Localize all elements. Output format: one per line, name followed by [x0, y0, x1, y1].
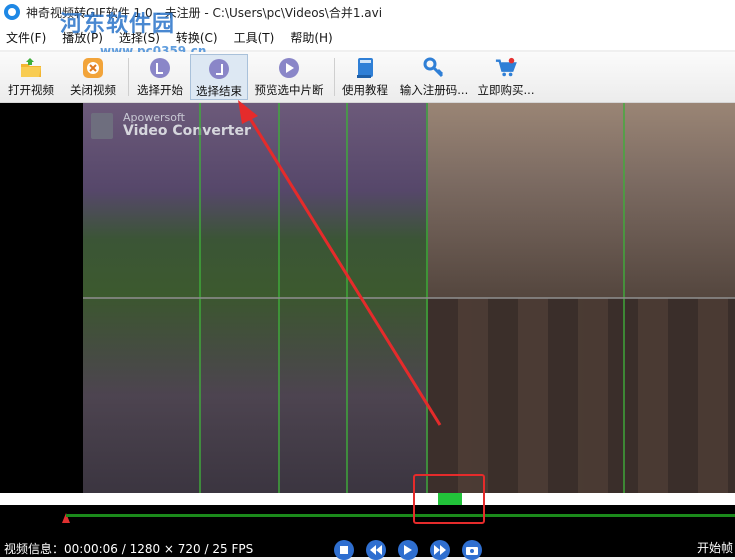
start-frame-label: 开始帧	[696, 541, 733, 555]
key-icon	[423, 57, 445, 79]
video-area[interactable]: Apowersoft Video Converter	[0, 103, 735, 493]
select-end-label: 选择结束	[196, 84, 242, 98]
cart-icon	[495, 57, 517, 79]
apowersoft-product: Video Converter	[123, 123, 251, 139]
preview-clip-label: 预览选中片断	[254, 83, 324, 97]
tutorial-label: 使用教程	[342, 83, 388, 97]
book-icon	[354, 57, 376, 79]
video-region	[83, 298, 428, 493]
menu-select[interactable]: 选择(S)	[113, 29, 170, 46]
stop-button[interactable]	[334, 540, 354, 560]
annotation-highlight-box	[413, 474, 485, 524]
app-icon	[4, 4, 20, 20]
buy-label: 立即购买...	[477, 83, 535, 97]
select-start-label: 选择开始	[137, 83, 183, 97]
select-start-icon	[149, 57, 171, 79]
play-button[interactable]	[398, 540, 418, 560]
seek-bar[interactable]	[0, 493, 735, 505]
open-video-button[interactable]: 打开视频	[2, 54, 60, 100]
close-video-label: 关闭视频	[70, 83, 116, 97]
menu-bar: 文件(F) 播放(P) 选择(S) 转换(C) 工具(T) 帮助(H)	[0, 24, 735, 50]
register-label: 输入注册码...	[399, 83, 469, 97]
buy-button[interactable]: 立即购买...	[474, 54, 538, 100]
video-region	[428, 103, 735, 298]
preview-clip-button[interactable]: 预览选中片断	[250, 54, 328, 100]
status-bar: 视频信息：00:00:06 / 1280 × 720 / 25 FPS 开始帧	[0, 533, 735, 560]
glitch-line	[83, 297, 735, 299]
select-end-icon	[208, 58, 230, 80]
play-icon	[404, 545, 412, 555]
title-bar: 神奇视频转GIF软件 1.0 - 未注册 - C:\Users\pc\Video…	[0, 0, 735, 24]
tutorial-button[interactable]: 使用教程	[338, 54, 392, 100]
menu-file[interactable]: 文件(F)	[0, 29, 56, 46]
register-button[interactable]: 输入注册码...	[396, 54, 472, 100]
video-region	[428, 298, 735, 493]
toolbar: 打开视频 关闭视频 选择开始 选择结束 预览选中片断 使用教程 输入注册码...…	[0, 52, 735, 103]
select-end-button[interactable]: 选择结束	[190, 54, 248, 100]
fast-forward-icon	[434, 545, 446, 555]
preview-play-icon	[278, 57, 300, 79]
menu-play[interactable]: 播放(P)	[56, 29, 113, 46]
video-info: 视频信息：00:00:06 / 1280 × 720 / 25 FPS	[4, 542, 254, 556]
toolbar-separator	[128, 58, 129, 96]
camera-icon	[466, 547, 478, 555]
rewind-button[interactable]	[366, 540, 386, 560]
apowersoft-logo	[91, 113, 113, 139]
folder-open-icon	[20, 57, 42, 79]
timeline-track	[66, 514, 735, 517]
menu-tools[interactable]: 工具(T)	[228, 29, 285, 46]
select-start-button[interactable]: 选择开始	[132, 54, 188, 100]
rewind-icon	[370, 545, 382, 555]
menu-help[interactable]: 帮助(H)	[284, 29, 342, 46]
fast-forward-button[interactable]	[430, 540, 450, 560]
window-title: 神奇视频转GIF软件 1.0 - 未注册 - C:\Users\pc\Video…	[26, 5, 383, 20]
toolbar-separator	[334, 58, 335, 96]
close-video-button[interactable]: 关闭视频	[64, 54, 122, 100]
menu-convert[interactable]: 转换(C)	[170, 29, 228, 46]
stop-icon	[340, 546, 348, 554]
video-frame: Apowersoft Video Converter	[83, 103, 735, 493]
selection-timeline[interactable]	[0, 505, 735, 533]
close-video-icon	[82, 57, 104, 79]
open-video-label: 打开视频	[8, 83, 54, 97]
snapshot-button[interactable]	[462, 540, 482, 560]
